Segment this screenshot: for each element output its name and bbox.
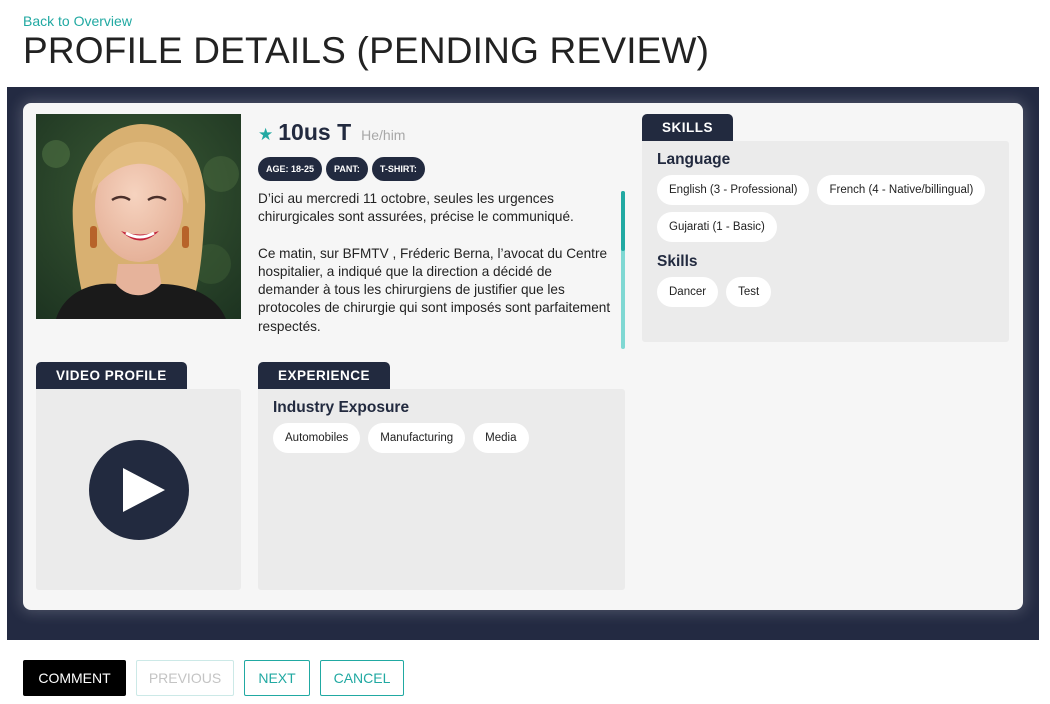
skills-tab: SKILLS: [642, 114, 734, 142]
cancel-button[interactable]: CANCEL: [320, 660, 404, 696]
industry-exposure-heading: Industry Exposure: [273, 399, 410, 416]
video-profile-tab: VIDEO PROFILE: [36, 362, 187, 390]
star-icon: ★: [258, 125, 274, 145]
next-button[interactable]: NEXT: [244, 660, 310, 696]
profile-pronouns: He/him: [361, 127, 406, 143]
bio-paragraph: D’ici au mercredi 11 octobre, seules les…: [258, 191, 574, 225]
industry-chip: Automobiles: [273, 423, 361, 453]
language-chip: Gujarati (1 - Basic): [657, 212, 777, 242]
profile-photo: [36, 114, 241, 319]
language-heading: Language: [657, 151, 731, 168]
comment-button[interactable]: COMMENT: [23, 660, 126, 696]
page-title: PROFILE DETAILS (PENDING REVIEW): [23, 30, 710, 71]
profile-name: 10us T: [278, 119, 352, 145]
play-button[interactable]: [89, 440, 189, 540]
industry-chip: Media: [473, 423, 529, 453]
experience-tab: EXPERIENCE: [258, 362, 391, 390]
language-chips: English (3 - Professional) French (4 - N…: [657, 175, 1002, 242]
bio-paragraph: Ce matin, sur BFMTV , Fréderic Berna, l’…: [258, 245, 611, 334]
skills-panel: Language English (3 - Professional) Fren…: [642, 141, 1009, 342]
bio-scrollbar-thumb[interactable]: [621, 191, 625, 251]
video-profile-panel: [36, 389, 241, 590]
pant-badge: PANT:: [326, 157, 368, 181]
industry-chip: Manufacturing: [368, 423, 466, 453]
skill-chip: Dancer: [657, 277, 719, 307]
industry-chips: Automobiles Manufacturing Media: [273, 423, 529, 453]
play-icon: [123, 468, 165, 512]
profile-bio[interactable]: D’ici au mercredi 11 octobre, seules les…: [258, 190, 616, 350]
previous-button[interactable]: PREVIOUS: [136, 660, 234, 696]
profile-name-row: ★ 10us T He/him: [258, 119, 405, 146]
profile-frame: ★ 10us T He/him AGE: 18-25 PANT: T-SHIRT…: [7, 87, 1039, 640]
profile-card: ★ 10us T He/him AGE: 18-25 PANT: T-SHIRT…: [23, 103, 1023, 610]
back-to-overview-link[interactable]: Back to Overview: [23, 13, 132, 29]
bio-scrollbar[interactable]: [621, 191, 625, 349]
tshirt-badge: T-SHIRT:: [371, 157, 425, 181]
age-badge: AGE: 18-25: [258, 157, 323, 181]
skill-chips: Dancer Test: [657, 277, 772, 307]
skills-heading: Skills: [657, 253, 698, 270]
skill-chip: Test: [726, 277, 772, 307]
experience-panel: Industry Exposure Automobiles Manufactur…: [258, 389, 625, 590]
language-chip: French (4 - Native/billingual): [817, 175, 986, 205]
profile-badges: AGE: 18-25 PANT: T-SHIRT:: [258, 157, 425, 181]
language-chip: English (3 - Professional): [657, 175, 810, 205]
